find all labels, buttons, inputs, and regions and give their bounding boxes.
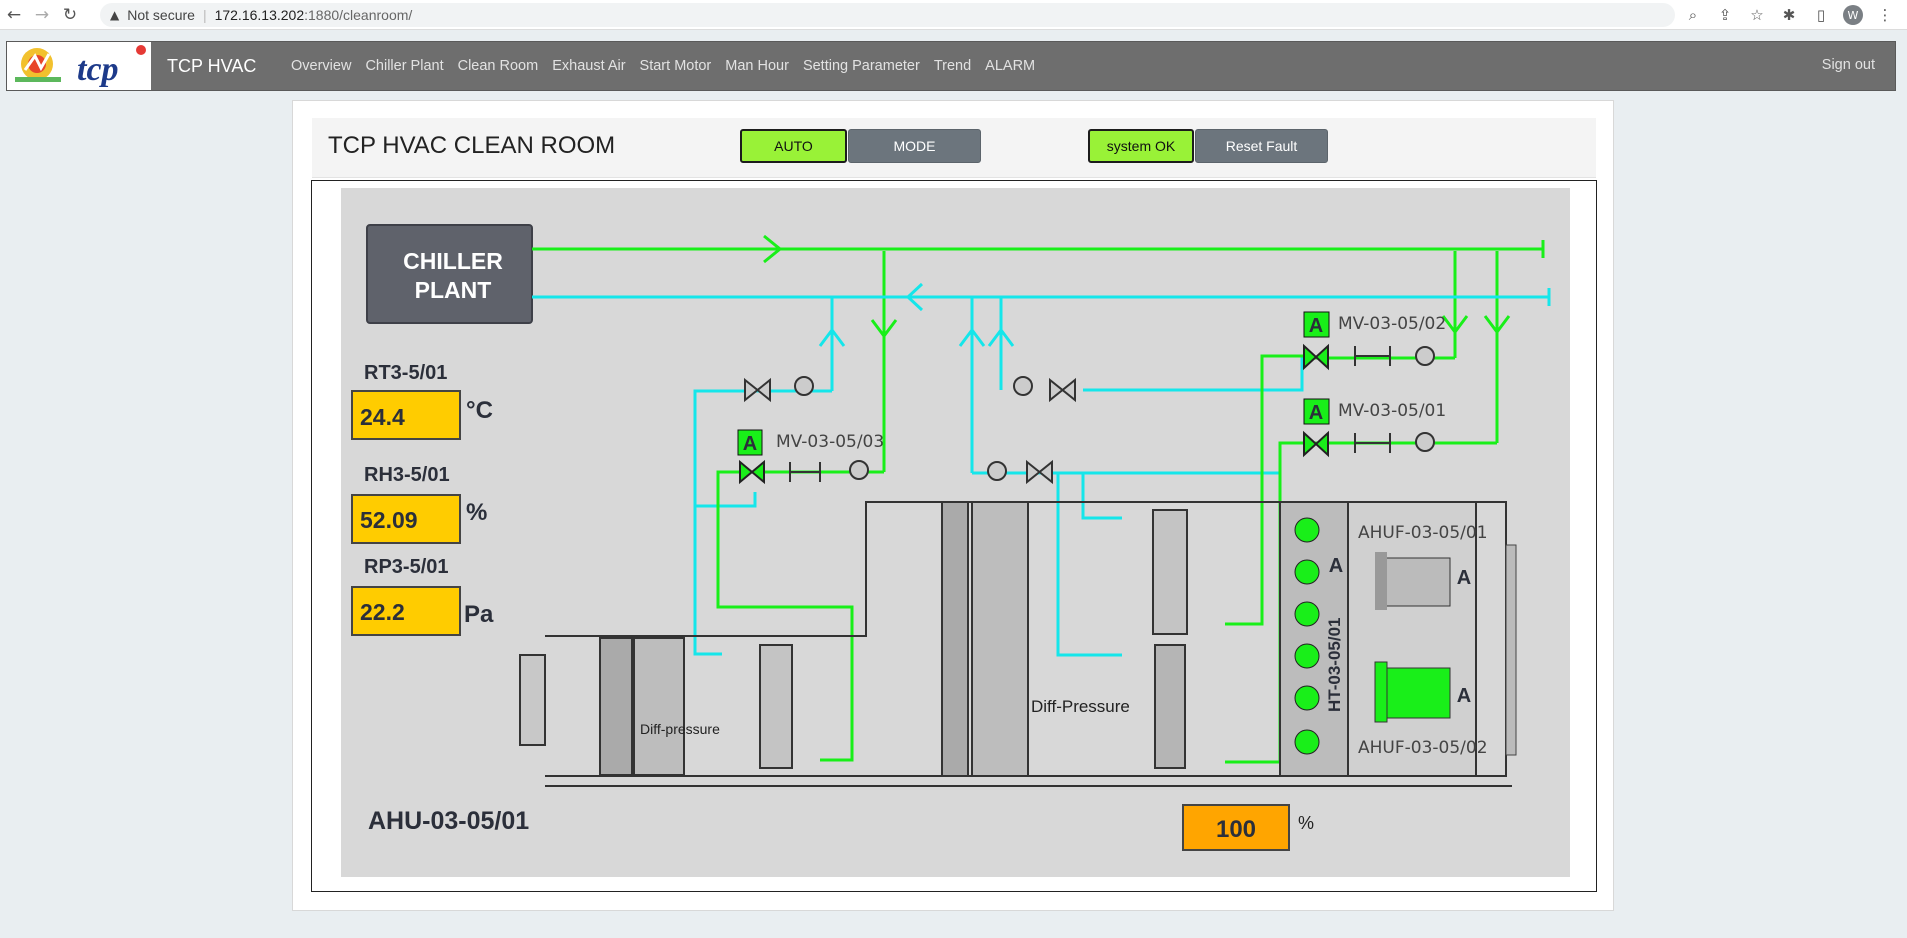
sensor-tag-rt: RT3-5/01 — [364, 362, 447, 384]
sensor-unit-rt: °C — [466, 397, 493, 424]
browser-toolbar: ← → ↻ ▲ Not secure | 172.16.13.202 :1880… — [0, 0, 1907, 30]
sensor-tag-rp: RP3-5/01 — [364, 556, 449, 578]
output-unit: % — [1298, 813, 1314, 833]
chiller-plant-block[interactable]: CHILLER PLANT — [366, 224, 533, 324]
nav-chiller-plant[interactable]: Chiller Plant — [365, 58, 443, 74]
sidepanel-icon[interactable]: ▯ — [1805, 0, 1837, 30]
nav-start-motor[interactable]: Start Motor — [640, 58, 712, 74]
address-separator: | — [202, 7, 207, 23]
sensor-tag-rh: RH3-5/01 — [364, 464, 450, 486]
brand-title[interactable]: TCP HVAC — [167, 56, 256, 77]
output-value: 100 — [1216, 816, 1256, 843]
star-icon[interactable]: ☆ — [1741, 0, 1773, 30]
zoom-icon[interactable]: ⌕ — [1677, 0, 1709, 30]
nav-man-hour[interactable]: Man Hour — [725, 58, 789, 74]
mode-button[interactable]: MODE — [848, 129, 981, 163]
valve-mode-3: A — [743, 433, 757, 455]
heater-mode: A — [1329, 555, 1343, 577]
valve-tag-2: MV-03-05/02 — [1338, 314, 1446, 334]
nav-trend[interactable]: Trend — [934, 58, 971, 74]
extensions-icon[interactable]: ✱ — [1773, 0, 1805, 30]
heater-tag: HT-03-05/01 — [1325, 618, 1344, 713]
sensor-value-rh: 52.09 — [360, 507, 418, 533]
valve-tag-3: MV-03-05/03 — [776, 432, 884, 452]
fan-tag-2: AHUF-03-05/02 — [1358, 738, 1488, 758]
valve-mode-2: A — [1309, 315, 1323, 337]
nav-exhaust-air[interactable]: Exhaust Air — [552, 58, 625, 74]
hvac-diagram: CHILLER PLANT A MV-03-05/03 A MV-03-05/0… — [341, 188, 1570, 877]
fan-mode-2: A — [1457, 685, 1471, 707]
url-host: 172.16.13.202 — [214, 7, 305, 23]
valve-tag-1: MV-03-05/01 — [1338, 401, 1446, 421]
sensor-unit-rp: Pa — [464, 601, 494, 628]
url-path: :1880/cleanroom/ — [304, 7, 413, 23]
logo[interactable]: tcp — [7, 42, 151, 90]
valve-mode-1: A — [1309, 402, 1323, 424]
fan-tag-1: AHUF-03-05/01 — [1358, 523, 1488, 543]
warning-icon: ▲ — [110, 8, 120, 22]
system-status-button[interactable]: system OK — [1088, 129, 1194, 163]
diff-pressure-2-label: Diff-Pressure — [1031, 697, 1130, 716]
chiller-label-line2: PLANT — [415, 277, 492, 303]
logo-graphic: tcp — [15, 45, 146, 88]
security-label: Not secure — [127, 7, 195, 23]
forward-arrow-icon[interactable]: → — [28, 0, 56, 30]
menu-icon[interactable]: ⋮ — [1869, 0, 1901, 30]
nav-overview[interactable]: Overview — [291, 58, 351, 74]
main-nav: Overview Chiller Plant Clean Room Exhaus… — [291, 42, 1049, 90]
address-bar[interactable]: ▲ Not secure | 172.16.13.202 :1880/clean… — [100, 3, 1675, 27]
browser-actions: ⌕ ⇪ ☆ ✱ ▯ W ⋮ — [1677, 0, 1901, 30]
nav-setting-parameter[interactable]: Setting Parameter — [803, 58, 920, 74]
fan-mode-1: A — [1457, 567, 1471, 589]
app-navbar: tcp TCP HVAC Overview Chiller Plant Clea… — [6, 41, 1896, 91]
heater-ht-03-05-01[interactable]: A HT-03-05/01 — [1279, 501, 1349, 777]
logo-text: tcp — [77, 51, 119, 88]
reload-icon[interactable]: ↻ — [56, 0, 84, 30]
diff-pressure-1-label: Diff-pressure — [640, 721, 720, 737]
profile-avatar[interactable]: W — [1837, 0, 1869, 30]
ahu-outlet — [1505, 544, 1517, 756]
back-arrow-icon[interactable]: ← — [0, 0, 28, 30]
sign-out-link[interactable]: Sign out — [1822, 57, 1875, 73]
fan-ahuf-03-05-01[interactable]: AHUF-03-05/01 A — [1347, 501, 1488, 777]
page-title: TCP HVAC CLEAN ROOM — [328, 132, 616, 159]
share-icon[interactable]: ⇪ — [1709, 0, 1741, 30]
reset-fault-button[interactable]: Reset Fault — [1195, 129, 1328, 163]
chiller-label-line1: CHILLER — [403, 248, 503, 274]
sensor-unit-rh: % — [466, 499, 487, 526]
ahu-tag: AHU-03-05/01 — [368, 807, 529, 835]
sensor-value-rt: 24.4 — [360, 404, 405, 430]
auto-button[interactable]: AUTO — [740, 129, 847, 163]
nav-clean-room[interactable]: Clean Room — [458, 58, 539, 74]
nav-alarm[interactable]: ALARM — [985, 58, 1035, 74]
sensor-value-rp: 22.2 — [360, 599, 405, 625]
